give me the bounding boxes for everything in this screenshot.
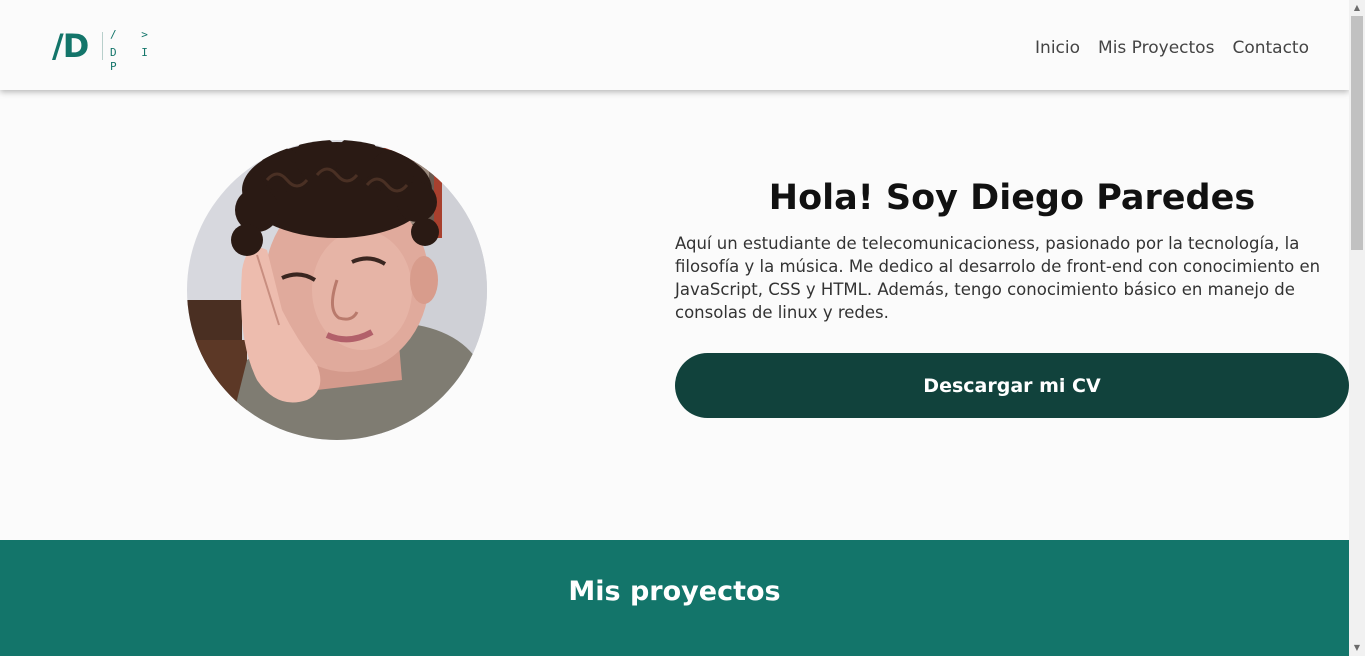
site-logo[interactable]: /D / > D I P xyxy=(52,27,162,73)
logo-top-text: / > xyxy=(110,28,157,41)
site-header: /D / > D I P Inicio Mis Proyectos Contac… xyxy=(0,0,1349,90)
projects-section: Mis proyectos xyxy=(0,540,1349,656)
profile-photo xyxy=(187,140,487,440)
main-nav: Inicio Mis Proyectos Contacto xyxy=(1035,38,1309,58)
scrollbar-thumb[interactable] xyxy=(1351,16,1363,250)
scroll-down-arrow-icon[interactable]: ▼ xyxy=(1349,640,1365,656)
hero-description: Aquí un estudiante de telecomunicaciones… xyxy=(675,234,1321,322)
page: /D / > D I P Inicio Mis Proyectos Contac… xyxy=(0,0,1349,656)
logo-mark: /D xyxy=(52,27,89,65)
scroll-up-arrow-icon[interactable]: ▲ xyxy=(1349,0,1365,16)
profile-photo-illustration xyxy=(187,140,487,440)
nav-link-mis-proyectos[interactable]: Mis Proyectos xyxy=(1098,38,1214,58)
page-scrollbar[interactable]: ▲ ▼ xyxy=(1349,0,1365,656)
nav-link-contacto[interactable]: Contacto xyxy=(1232,38,1309,58)
nav-link-inicio[interactable]: Inicio xyxy=(1035,38,1080,58)
download-cv-button[interactable]: Descargar mi CV xyxy=(675,353,1349,418)
projects-title: Mis proyectos xyxy=(568,576,781,607)
logo-bottom-text: D I P xyxy=(110,46,157,73)
logo-divider xyxy=(102,32,103,60)
hero-title: Hola! Soy Diego Paredes xyxy=(768,178,1256,218)
